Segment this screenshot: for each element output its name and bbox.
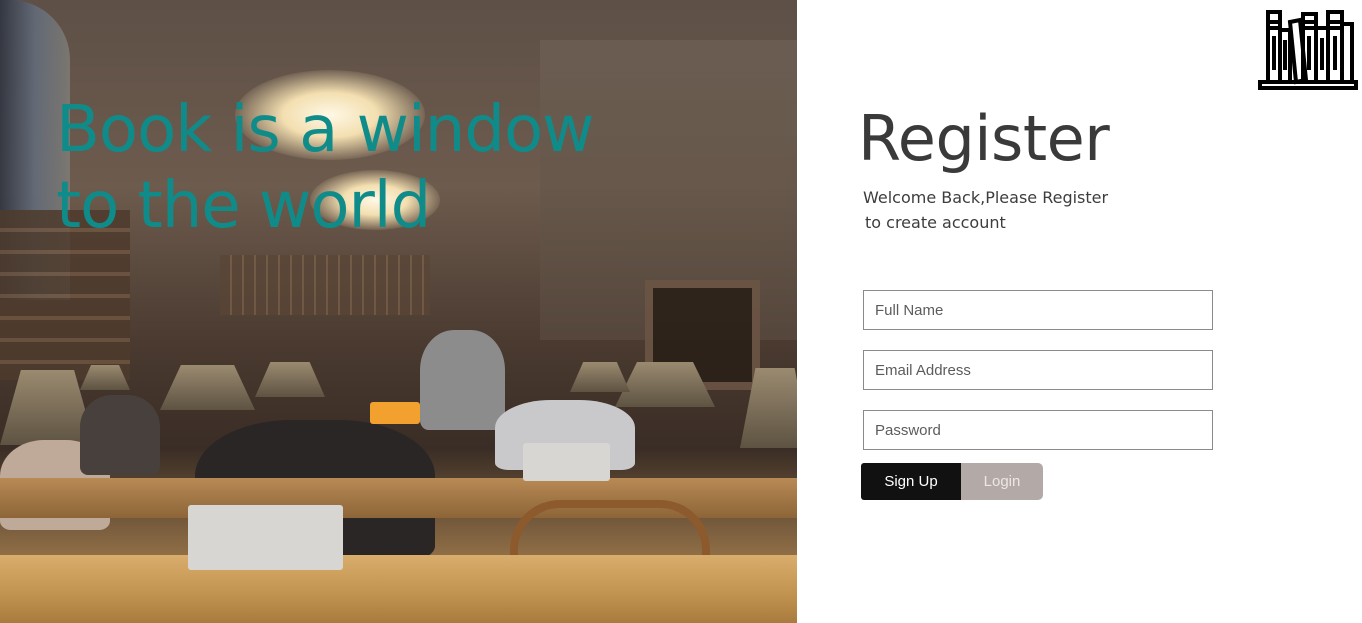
hero-lamp: [255, 362, 325, 397]
hero-person: [80, 395, 160, 475]
hero-person: [420, 330, 505, 430]
subtitle-line: to create account: [865, 213, 1006, 232]
hero-headline-line: to the world: [56, 169, 431, 243]
hero-laptop: [523, 443, 610, 481]
hero-bookshelf: [220, 255, 430, 315]
hero-chair: [510, 500, 710, 560]
page-title: Register: [858, 102, 1110, 175]
page-subtitle: Welcome Back,Please Register to create a…: [863, 185, 1183, 235]
full-name-field[interactable]: [863, 290, 1213, 330]
hero-lamp: [160, 365, 255, 410]
hero-headline-line: Book is a window: [56, 93, 594, 167]
email-field[interactable]: [863, 350, 1213, 390]
hero-laptop: [370, 402, 420, 424]
sign-up-button[interactable]: Sign Up: [861, 463, 961, 500]
hero-lamp: [570, 362, 630, 392]
password-field[interactable]: [863, 410, 1213, 450]
books-icon: [1258, 10, 1358, 90]
hero-table: [0, 555, 797, 623]
hero-laptop: [188, 505, 343, 570]
subtitle-line: Welcome Back,Please Register: [863, 188, 1109, 207]
login-button[interactable]: Login: [961, 463, 1043, 500]
hero-panel: Book is a window to the world: [0, 0, 797, 623]
hero-headline: Book is a window to the world: [56, 92, 696, 244]
